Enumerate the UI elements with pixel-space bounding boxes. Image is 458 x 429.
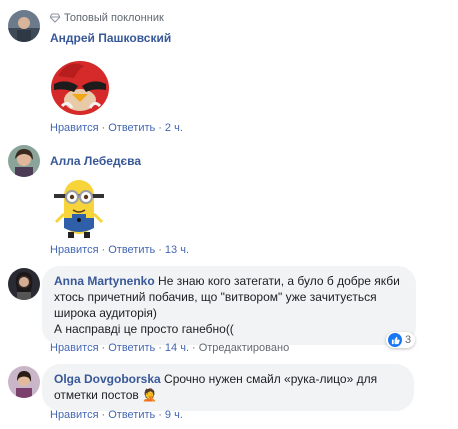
reaction-count: 3 <box>405 334 412 346</box>
timestamp[interactable]: 14 ч. <box>165 342 189 354</box>
reply-link[interactable]: Ответить <box>108 122 155 134</box>
comment-actions: Нравится · Ответить · 2 ч. <box>50 122 183 134</box>
reply-link[interactable]: Ответить <box>108 244 155 256</box>
like-link[interactable]: Нравится <box>50 409 99 421</box>
minion-sticker <box>50 174 108 245</box>
avatar[interactable] <box>8 366 40 398</box>
diamond-icon <box>50 13 60 23</box>
like-link[interactable]: Нравится <box>50 122 99 134</box>
like-link[interactable]: Нравится <box>50 342 99 354</box>
angry-bird-sticker <box>48 50 112 121</box>
comment-actions: Нравится · Ответить · 9 ч. <box>50 409 183 421</box>
comment-text-line: широка аудиторія) <box>54 306 157 320</box>
comment-actions: Нравится · Ответить · 14 ч. · Отредактировано <box>50 342 290 354</box>
comment-text-line: отметки постов <box>54 388 139 402</box>
comment-bubble: Olga Dovgoborska Срочно нужен смайл «рук… <box>42 364 414 411</box>
timestamp[interactable]: 9 ч. <box>165 409 183 421</box>
comment-text-line: Не знаю кого затегати, а було б добре як… <box>158 274 400 288</box>
comment-text-line: хтось причетний побачив, що "витвором" у… <box>54 290 377 304</box>
comment-author[interactable]: Андрей Пашковский <box>50 31 171 45</box>
like-link[interactable]: Нравится <box>50 244 99 256</box>
reply-link[interactable]: Ответить <box>108 409 155 421</box>
like-icon <box>388 333 402 347</box>
comment-author[interactable]: Алла Лебедєва <box>50 154 141 168</box>
avatar[interactable] <box>8 268 40 300</box>
comment-text-line: А насправді це просто ганебно(( <box>54 322 234 336</box>
top-fan-badge: Топовый поклонник <box>50 12 164 24</box>
reply-link[interactable]: Ответить <box>108 342 155 354</box>
timestamp[interactable]: 13 ч. <box>165 244 189 256</box>
avatar[interactable] <box>8 10 40 42</box>
badge-label: Топовый поклонник <box>64 12 164 24</box>
comment-author[interactable]: Olga Dovgoborska <box>54 372 161 386</box>
comment-author[interactable]: Anna Martynenko <box>54 274 155 288</box>
reaction-summary[interactable]: 3 <box>386 332 416 348</box>
comment-bubble: Anna Martynenko Не знаю кого затегати, а… <box>42 266 416 345</box>
avatar[interactable] <box>8 145 40 177</box>
comment-text-line: Срочно нужен смайл «рука-лицо» для <box>164 372 378 386</box>
face-palm-emoji: 🤦 <box>142 388 158 402</box>
edited-label: Отредактировано <box>198 342 290 354</box>
comment-actions: Нравится · Ответить · 13 ч. <box>50 244 190 256</box>
timestamp[interactable]: 2 ч. <box>165 122 183 134</box>
